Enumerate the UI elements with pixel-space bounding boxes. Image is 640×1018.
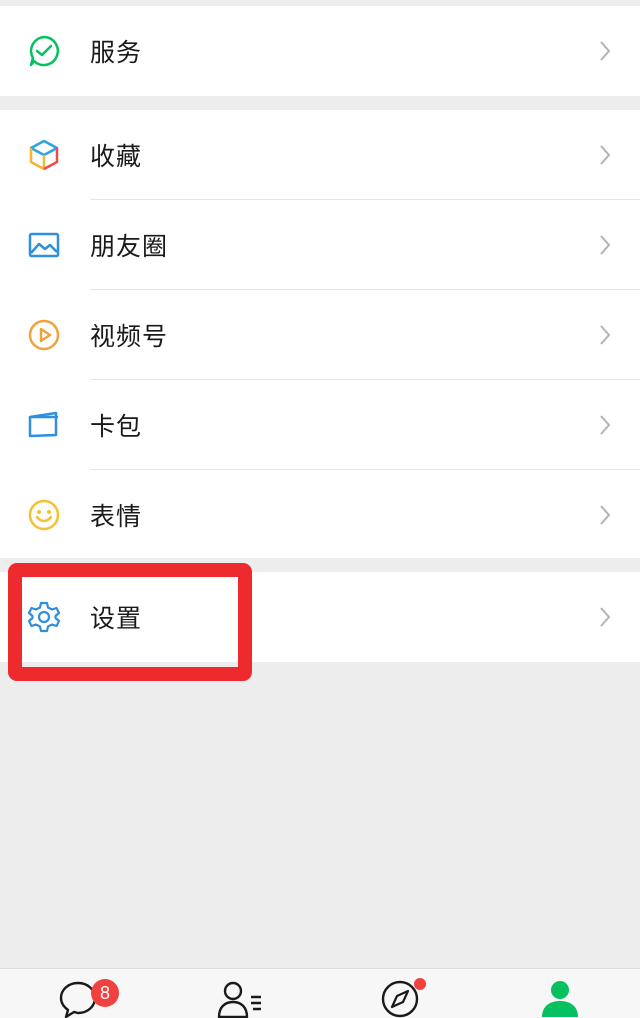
chevron-right-icon	[600, 607, 611, 627]
menu-item-service[interactable]: 服务	[0, 6, 640, 96]
unread-badge: 8	[91, 979, 119, 1007]
service-icon	[27, 34, 61, 68]
contacts-icon	[217, 981, 261, 1018]
menu-item-label: 设置	[90, 604, 143, 633]
me-page: 服务 收藏 朋友圈 视频号 卡包 表情 设置 8	[0, 0, 640, 1018]
menu-item-channels[interactable]: 视频号	[0, 290, 640, 380]
moments-image-icon	[27, 228, 61, 262]
tab-contacts[interactable]	[215, 977, 275, 1018]
menu-item-favorites[interactable]: 收藏	[0, 110, 640, 200]
menu-item-label: 卡包	[90, 412, 143, 441]
menu-item-label: 朋友圈	[90, 232, 169, 261]
service-group: 服务	[0, 6, 640, 96]
chevron-right-icon	[600, 145, 611, 165]
channels-play-icon	[27, 318, 61, 352]
settings-group: 设置	[0, 572, 640, 662]
menu-item-settings[interactable]: 设置	[0, 572, 640, 662]
chevron-right-icon	[600, 415, 611, 435]
chevron-right-icon	[600, 325, 611, 345]
menu-item-label: 表情	[90, 502, 143, 531]
menu-item-label: 服务	[90, 38, 143, 67]
tab-discover[interactable]	[378, 977, 438, 1018]
chevron-right-icon	[600, 235, 611, 255]
menu-item-moments[interactable]: 朋友圈	[0, 200, 640, 290]
me-person-icon	[542, 981, 578, 1017]
notification-dot	[414, 978, 426, 990]
gear-icon	[27, 600, 61, 634]
chevron-right-icon	[600, 505, 611, 525]
features-group: 收藏 朋友圈 视频号 卡包 表情	[0, 110, 640, 558]
tab-me[interactable]	[538, 977, 598, 1018]
card-wallet-icon	[27, 408, 61, 442]
menu-item-stickers[interactable]: 表情	[0, 470, 640, 560]
favorites-cube-icon	[27, 138, 61, 172]
menu-item-card-wallet[interactable]: 卡包	[0, 380, 640, 470]
menu-item-label: 视频号	[90, 322, 169, 351]
chevron-right-icon	[600, 41, 611, 61]
sticker-smile-icon	[27, 498, 61, 532]
menu-item-label: 收藏	[90, 142, 143, 171]
